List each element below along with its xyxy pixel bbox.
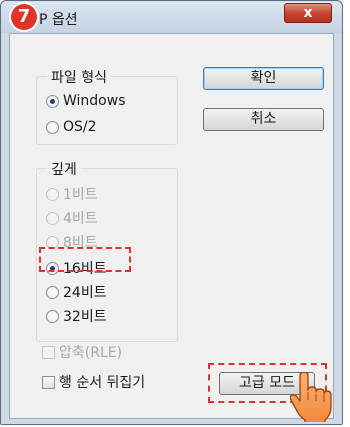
- radio-4bit-label: 4비트: [63, 211, 98, 227]
- radio-1bit[interactable]: 1비트: [46, 184, 98, 204]
- radio-indicator[interactable]: [46, 187, 59, 201]
- radio-indicator[interactable]: [46, 211, 59, 225]
- radio-os2[interactable]: OS/2: [46, 119, 97, 135]
- checkbox-compress-rle[interactable]: 압축(RLE): [42, 342, 122, 362]
- checkbox-indicator[interactable]: [42, 375, 55, 389]
- radio-32bit-label: 32비트: [63, 309, 107, 325]
- depth-legend: 깊게: [47, 159, 81, 179]
- bmp-options-dialog: 7 P 옵션 x 파일 형식 Windows OS/2 깊게 1비트 4비트 8…: [0, 0, 343, 425]
- file-format-legend: 파일 형식: [47, 67, 111, 87]
- title-bar: 7 P 옵션 x: [1, 1, 342, 33]
- radio-24bit-label: 24비트: [63, 285, 107, 301]
- checkbox-flip-label: 행 순서 뒤집기: [59, 375, 146, 391]
- radio-indicator[interactable]: [46, 285, 59, 299]
- radio-1bit-label: 1비트: [63, 187, 98, 203]
- radio-4bit[interactable]: 4비트: [46, 208, 98, 228]
- cancel-button[interactable]: 취소: [203, 108, 324, 131]
- highlight-16bit: [39, 247, 131, 272]
- file-format-group: 파일 형식 Windows OS/2: [36, 67, 178, 145]
- radio-indicator[interactable]: [46, 94, 59, 108]
- checkbox-compress-label: 압축(RLE): [59, 345, 123, 361]
- hand-cursor-icon: [290, 372, 332, 422]
- radio-32bit[interactable]: 32비트: [46, 306, 107, 326]
- radio-windows[interactable]: Windows: [46, 93, 126, 109]
- ok-button[interactable]: 확인: [203, 67, 324, 90]
- radio-os2-label: OS/2: [63, 119, 97, 135]
- close-button[interactable]: x: [284, 3, 332, 23]
- checkbox-flip-rows[interactable]: 행 순서 뒤집기: [42, 372, 145, 392]
- radio-24bit[interactable]: 24비트: [46, 282, 107, 302]
- radio-indicator[interactable]: [46, 120, 59, 134]
- dialog-title: P 옵션: [39, 12, 78, 28]
- dialog-body: 파일 형식 Windows OS/2 깊게 1비트 4비트 8비트 16비트 2…: [9, 33, 334, 419]
- radio-windows-label: Windows: [63, 93, 126, 109]
- checkbox-indicator[interactable]: [42, 345, 55, 359]
- step-badge: 7: [11, 4, 37, 30]
- radio-indicator[interactable]: [46, 309, 59, 323]
